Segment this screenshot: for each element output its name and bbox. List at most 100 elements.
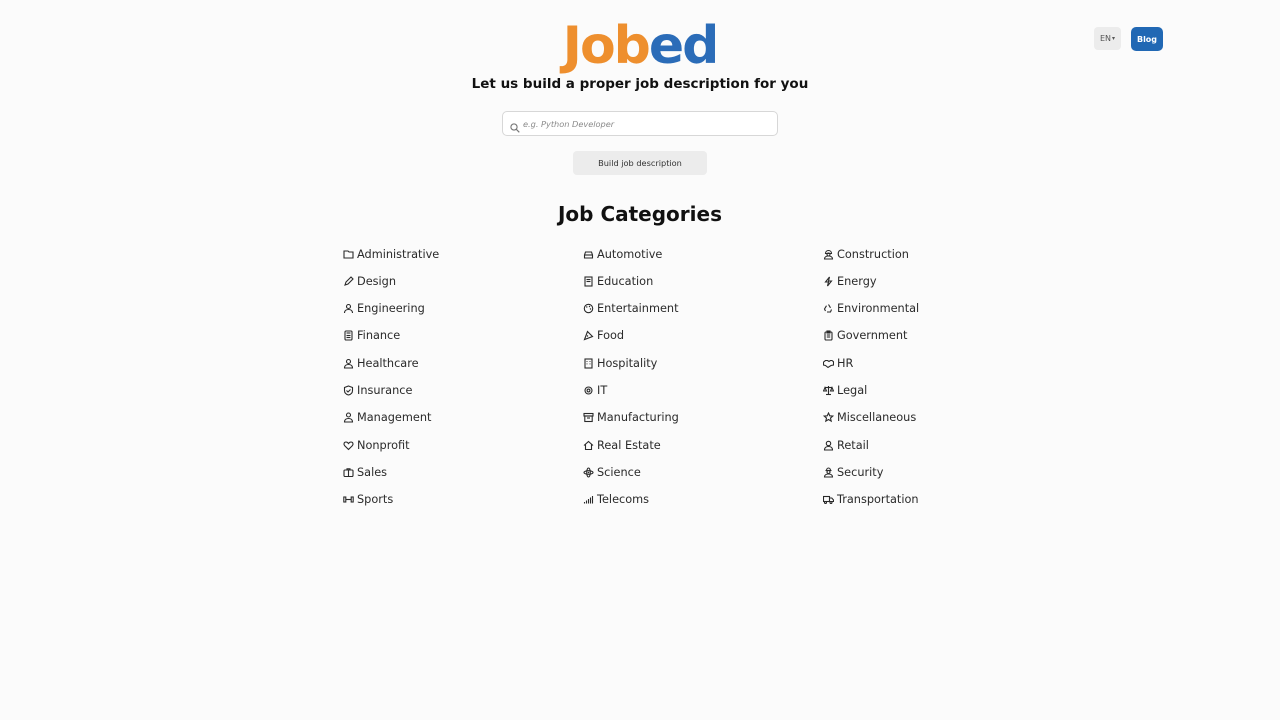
category-science[interactable]: Science — [583, 462, 641, 482]
category-label: Finance — [357, 329, 401, 343]
dumbbell-icon — [343, 494, 354, 505]
category-label: Retail — [837, 438, 869, 452]
search-input[interactable] — [523, 112, 771, 135]
search-icon — [510, 118, 520, 137]
recycle-icon — [823, 303, 834, 314]
category-government[interactable]: Government — [823, 326, 907, 346]
calculator-icon — [343, 330, 354, 341]
category-security[interactable]: Security — [823, 462, 883, 482]
category-sales[interactable]: Sales — [343, 462, 387, 482]
category-label: Design — [357, 274, 397, 288]
category-hospitality[interactable]: Hospitality — [583, 353, 657, 373]
palette-icon — [583, 303, 594, 314]
category-label: Miscellaneous — [837, 411, 917, 425]
category-manufacturing[interactable]: Manufacturing — [583, 408, 679, 428]
category-label: Sports — [357, 493, 394, 507]
category-real-estate[interactable]: Real Estate — [583, 435, 661, 455]
category-legal[interactable]: Legal — [823, 381, 867, 401]
build-job-description-button[interactable]: Build job description — [573, 151, 707, 175]
box-icon — [583, 412, 594, 423]
tagline: Let us build a proper job description fo… — [471, 76, 809, 92]
logo[interactable]: Jobed — [0, 18, 1280, 74]
category-hr[interactable]: HR — [823, 353, 853, 373]
hotel-icon — [583, 358, 594, 369]
category-label: Security — [837, 465, 884, 479]
category-entertainment[interactable]: Entertainment — [583, 299, 679, 319]
category-design[interactable]: Design — [343, 271, 396, 291]
category-it[interactable]: IT — [583, 381, 607, 401]
category-label: Real Estate — [597, 438, 661, 452]
user-doctor-icon — [343, 358, 354, 369]
category-label: Education — [597, 274, 654, 288]
category-label: Legal — [837, 384, 868, 397]
category-telecoms[interactable]: Telecoms — [583, 490, 649, 510]
category-label: Engineering — [357, 302, 425, 316]
category-label: IT — [597, 384, 608, 397]
category-label: Entertainment — [597, 302, 679, 316]
category-administrative[interactable]: Administrative — [343, 244, 439, 264]
category-label: Transportation — [837, 493, 919, 507]
category-nonprofit[interactable]: Nonprofit — [343, 435, 410, 455]
language-selector[interactable]: EN ▾ — [1094, 27, 1121, 50]
category-label: Automotive — [597, 247, 663, 261]
category-label: Healthcare — [357, 356, 419, 370]
handshake-icon — [823, 358, 834, 369]
atom-icon — [583, 467, 594, 478]
category-food[interactable]: Food — [583, 326, 624, 346]
briefcase-icon — [343, 467, 354, 478]
car-icon — [583, 249, 594, 260]
user-secret-icon — [823, 467, 834, 478]
category-label: Environmental — [837, 302, 920, 316]
category-label: Management — [357, 411, 432, 425]
category-miscellaneous[interactable]: Miscellaneous — [823, 408, 916, 428]
category-insurance[interactable]: Insurance — [343, 381, 412, 401]
caret-down-icon: ▾ — [1112, 35, 1116, 42]
category-construction[interactable]: Construction — [823, 244, 909, 264]
book-icon — [583, 276, 594, 287]
category-energy[interactable]: Energy — [823, 271, 877, 291]
blog-button[interactable]: Blog — [1131, 27, 1163, 51]
category-label: Construction — [837, 247, 909, 261]
shield-icon — [343, 385, 354, 396]
category-label: Food — [597, 329, 625, 343]
category-label: Nonprofit — [357, 438, 410, 452]
category-label: Sales — [357, 465, 388, 479]
category-management[interactable]: Management — [343, 408, 431, 428]
category-label: Insurance — [357, 384, 413, 397]
category-sports[interactable]: Sports — [343, 490, 393, 510]
logo-part-job: Job — [562, 16, 651, 76]
user-tie-icon — [343, 412, 354, 423]
category-finance[interactable]: Finance — [343, 326, 400, 346]
category-label: Energy — [837, 274, 877, 288]
category-label: Government — [837, 329, 908, 343]
scale-icon — [823, 385, 834, 396]
category-transportation[interactable]: Transportation — [823, 490, 919, 510]
truck-icon — [823, 494, 834, 505]
category-label: Manufacturing — [597, 411, 679, 425]
signal-icon — [583, 494, 594, 505]
category-label: Hospitality — [597, 356, 658, 370]
logo-part-ed: ed — [648, 16, 719, 76]
category-automotive[interactable]: Automotive — [583, 244, 662, 264]
house-icon — [583, 440, 594, 451]
bolt-icon — [823, 276, 834, 287]
helmet-worker-icon — [823, 249, 834, 260]
category-label: Telecoms — [597, 493, 650, 507]
heart-icon — [343, 440, 354, 451]
category-engineering[interactable]: Engineering — [343, 299, 425, 319]
categories-title: Job Categories — [557, 202, 722, 226]
star-icon — [823, 412, 834, 423]
category-label: Science — [597, 465, 641, 479]
search-box[interactable] — [502, 111, 778, 136]
category-label: HR — [837, 356, 854, 370]
category-environmental[interactable]: Environmental — [823, 299, 919, 319]
pizza-icon — [583, 330, 594, 341]
category-education[interactable]: Education — [583, 271, 653, 291]
gear-icon — [583, 385, 594, 396]
user-icon — [823, 440, 834, 451]
language-label: EN — [1099, 34, 1112, 43]
engineer-icon — [343, 303, 354, 314]
category-healthcare[interactable]: Healthcare — [343, 353, 419, 373]
folder-icon — [343, 249, 354, 260]
category-retail[interactable]: Retail — [823, 435, 869, 455]
